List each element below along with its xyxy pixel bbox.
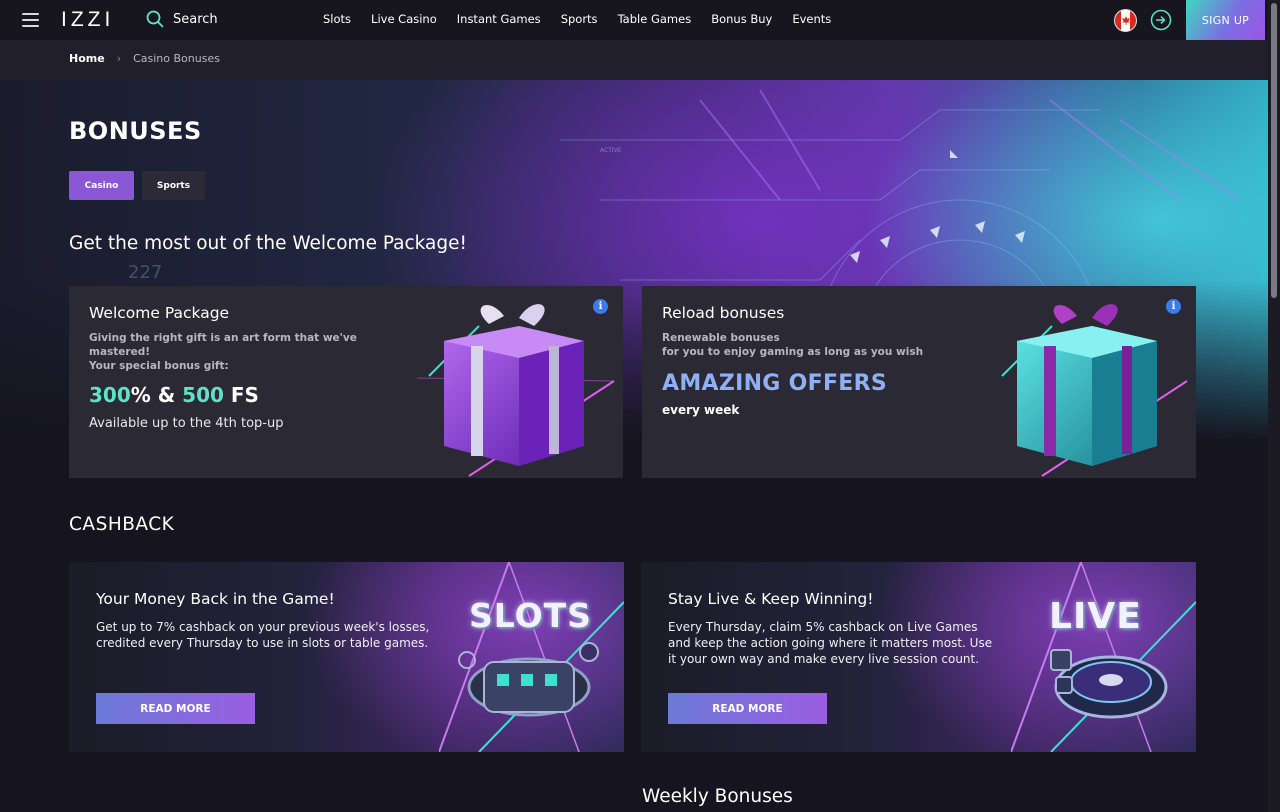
card-desc-line: Your special bonus gift: <box>89 360 229 372</box>
search-label: Search <box>173 11 218 27</box>
card-description: Giving the right gift is an art form tha… <box>89 331 379 373</box>
read-more-button[interactable]: READ MORE <box>96 693 255 724</box>
canada-flag-icon[interactable] <box>1114 9 1137 32</box>
slots-word: SLOTS <box>469 596 592 635</box>
nav-bonus-buy[interactable]: Bonus Buy <box>711 12 772 26</box>
offer-percent: 300 <box>89 383 131 407</box>
weekly-bonuses-heading: Weekly Bonuses <box>642 786 793 807</box>
login-icon[interactable] <box>1150 9 1172 31</box>
main-nav: Slots Live Casino Instant Games Sports T… <box>323 12 851 26</box>
svg-text:ACTIVE: ACTIVE <box>600 147 622 154</box>
offer-fs-count: 500 <box>182 383 224 407</box>
breadcrumb-home[interactable]: Home <box>69 52 105 65</box>
site-logo[interactable]: IZZI <box>61 8 114 32</box>
tab-casino[interactable]: Casino <box>69 171 134 200</box>
roulette-wheel-icon <box>1011 562 1196 752</box>
card-desc-line: Giving the right gift is an art form tha… <box>89 332 357 344</box>
cashback-text: Every Thursday, claim 5% cashback on Liv… <box>668 620 993 666</box>
search-button[interactable]: Search <box>146 10 218 28</box>
offer-availability: Available up to the 4th top-up <box>89 416 284 431</box>
cashback-slots-card: SLOTS Your Money Back in the Game! Get u… <box>69 562 624 752</box>
cashback-title: Stay Live & Keep Winning! <box>668 590 874 608</box>
card-title: Reload bonuses <box>662 304 785 322</box>
nav-sports[interactable]: Sports <box>561 12 598 26</box>
cashback-heading: CASHBACK <box>69 514 175 535</box>
reload-bonuses-card[interactable]: Reload bonuses Renewable bonuses for you… <box>642 286 1196 478</box>
svg-text:227: 227 <box>128 262 162 283</box>
nav-table-games[interactable]: Table Games <box>618 12 692 26</box>
nav-events[interactable]: Events <box>792 12 831 26</box>
menu-icon[interactable] <box>22 13 39 27</box>
nav-live-casino[interactable]: Live Casino <box>371 12 437 26</box>
breadcrumb: Home › Casino Bonuses <box>69 52 220 65</box>
card-desc-line: for you to enjoy gaming as long as you w… <box>662 346 924 358</box>
breadcrumb-current: Casino Bonuses <box>133 52 220 65</box>
cashback-text: Get up to 7% cashback on your previous w… <box>96 620 430 650</box>
signup-button[interactable]: SIGN UP <box>1186 0 1265 40</box>
gift-box-icon <box>416 304 615 477</box>
live-word: LIVE <box>1049 596 1142 637</box>
card-desc-line: mastered! <box>89 346 151 358</box>
cashback-live-card: LIVE Stay Live & Keep Winning! Every Thu… <box>641 562 1196 752</box>
slot-reel-icon <box>439 562 624 752</box>
cashback-title: Your Money Back in the Game! <box>96 590 335 608</box>
gift-box-icon <box>1001 304 1188 477</box>
tab-sports[interactable]: Sports <box>142 171 205 200</box>
card-description: Renewable bonuses for you to enjoy gamin… <box>662 331 962 359</box>
page-title: BONUSES <box>69 117 202 145</box>
welcome-heading: Get the most out of the Welcome Package! <box>69 233 467 254</box>
offer-fs-suffix: FS <box>223 383 259 407</box>
nav-slots[interactable]: Slots <box>323 12 351 26</box>
scrollbar-thumb[interactable] <box>1271 3 1277 298</box>
card-desc-line: Renewable bonuses <box>662 332 780 344</box>
welcome-package-card[interactable]: Welcome Package Giving the right gift is… <box>69 286 623 478</box>
every-week: every week <box>662 403 740 417</box>
card-title: Welcome Package <box>89 304 230 322</box>
amazing-offers: AMAZING OFFERS <box>662 371 887 396</box>
read-more-button[interactable]: READ MORE <box>668 693 827 724</box>
page-scrollbar[interactable] <box>1268 0 1280 812</box>
nav-instant-games[interactable]: Instant Games <box>457 12 541 26</box>
welcome-offer: 300% & 500 FS <box>89 383 259 407</box>
search-icon <box>146 10 164 28</box>
chevron-right-icon: › <box>116 52 122 65</box>
offer-connector: % & <box>130 383 183 407</box>
top-header: IZZI Search Slots Live Casino Instant Ga… <box>0 0 1268 40</box>
